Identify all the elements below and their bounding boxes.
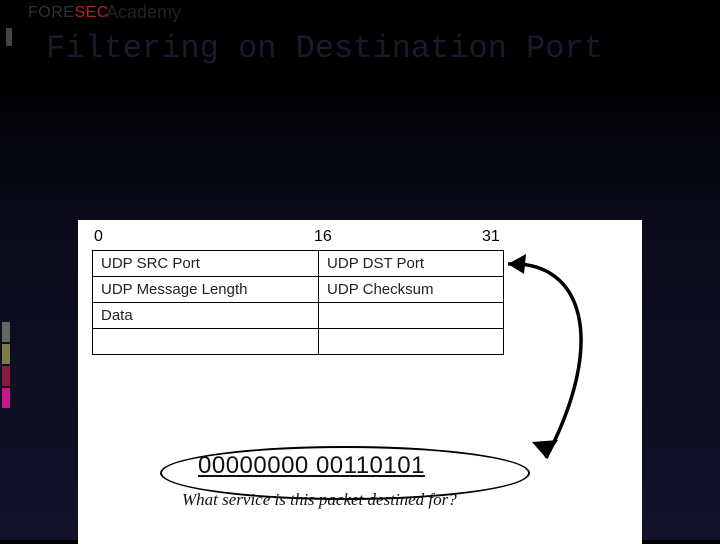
- table-row: Data: [93, 303, 504, 329]
- stripe: [2, 388, 10, 408]
- stripe: [2, 366, 10, 386]
- table-row: [93, 329, 504, 355]
- brand-academy: Academy: [106, 2, 181, 23]
- table-row: UDP SRC Port UDP DST Port: [93, 251, 504, 277]
- cell-empty: [93, 329, 319, 355]
- udp-header-table: UDP SRC Port UDP DST Port UDP Message Le…: [92, 250, 504, 355]
- header: FORESEC Academy: [0, 4, 720, 28]
- binary-value: 00000000 00110101: [198, 452, 425, 480]
- title-bullet: [6, 28, 12, 46]
- cell-src-port: UDP SRC Port: [93, 251, 319, 277]
- slide-title: Filtering on Destination Port: [46, 30, 704, 67]
- brand-sec: SEC: [74, 4, 108, 21]
- cell-checksum: UDP Checksum: [319, 277, 504, 303]
- scale-mid: 16: [314, 228, 332, 246]
- stripe: [2, 322, 10, 342]
- brand-logo: FORESEC: [28, 4, 109, 22]
- cell-data: Data: [93, 303, 319, 329]
- cell-empty: [319, 303, 504, 329]
- accent-stripes: [2, 322, 10, 410]
- stripe: [2, 344, 10, 364]
- scale-start: 0: [94, 228, 103, 246]
- brand-fore: FORE: [28, 4, 74, 21]
- diagram-panel: 0 16 31 UDP SRC Port UDP DST Port UDP Me…: [78, 220, 642, 544]
- slide-body: 0 16 31 UDP SRC Port UDP DST Port UDP Me…: [0, 74, 720, 540]
- scale-end: 31: [482, 228, 500, 246]
- cell-dst-port: UDP DST Port: [319, 251, 504, 277]
- cell-empty: [319, 329, 504, 355]
- table-row: UDP Message Length UDP Checksum: [93, 277, 504, 303]
- cell-msg-len: UDP Message Length: [93, 277, 319, 303]
- caption-text: What service is this packet destined for…: [182, 490, 457, 510]
